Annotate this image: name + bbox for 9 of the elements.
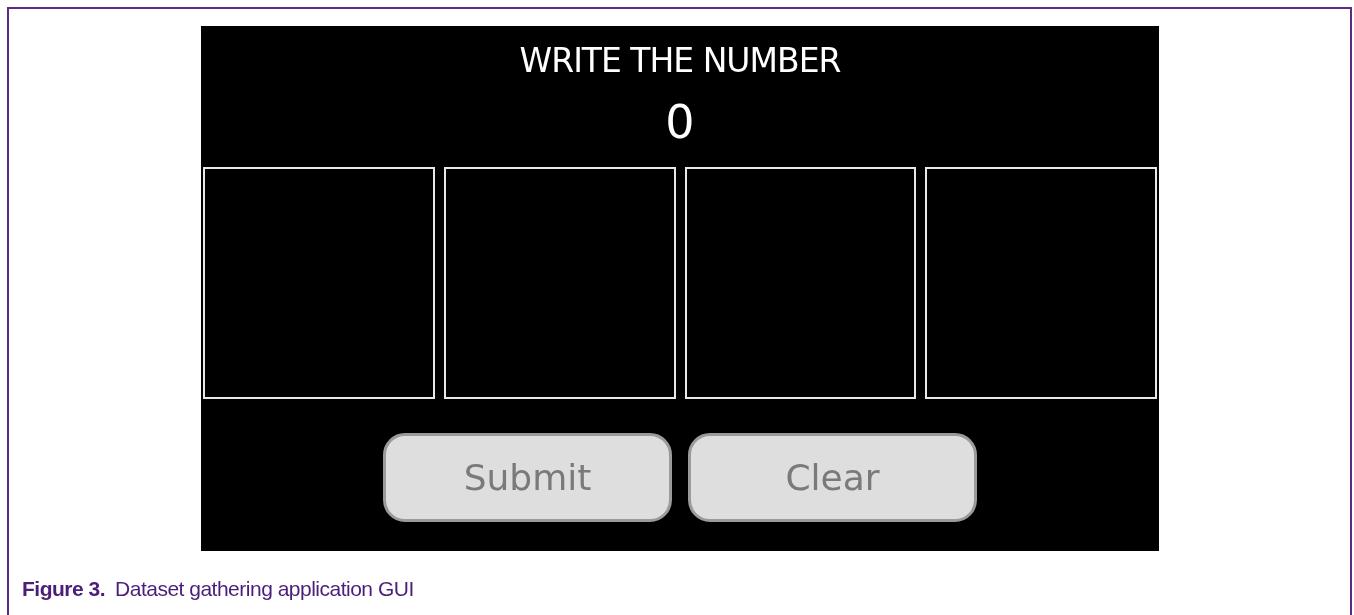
screen-title: WRITE THE NUMBER	[519, 44, 841, 77]
drawing-pad[interactable]	[443, 167, 676, 399]
action-button[interactable]: Clear	[688, 433, 977, 522]
figure-caption: Figure 3. Dataset gathering application GUI	[22, 576, 415, 602]
drawing-pad[interactable]	[203, 167, 435, 399]
drawing-pad[interactable]	[925, 167, 1157, 399]
number-display: 0	[665, 99, 695, 145]
action-button[interactable]: Submit	[383, 433, 672, 522]
drawing-pad[interactable]	[684, 167, 917, 399]
